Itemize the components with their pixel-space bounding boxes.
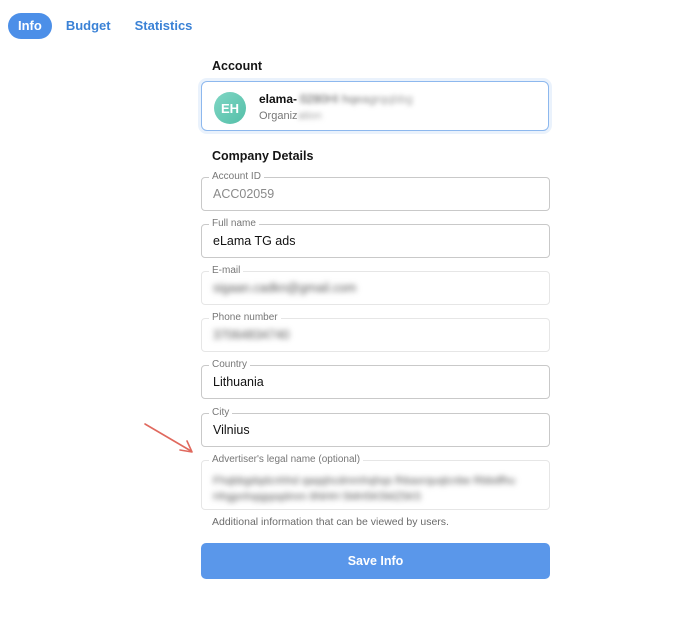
phone-label: Phone number — [209, 312, 281, 324]
city-field[interactable]: City — [201, 407, 550, 447]
country-field[interactable]: Country — [201, 359, 550, 399]
tab-bar: Info Budget Statistics — [8, 13, 202, 39]
account-type: Organiz — [259, 110, 298, 122]
legal-name-textarea[interactable]: Fhqbbgdqdcnhhd qaqqhcdmmhqhqs fhbaxrquql… — [213, 473, 538, 505]
email-field[interactable]: E-mail — [201, 265, 550, 305]
account-name: elama- — [259, 92, 298, 106]
tab-info[interactable]: Info — [8, 13, 52, 39]
legal-name-helper-text: Additional information that can be viewe… — [212, 516, 449, 528]
full-name-field[interactable]: Full name — [201, 218, 550, 258]
tab-statistics[interactable]: Statistics — [125, 13, 203, 39]
city-label: City — [209, 407, 233, 419]
account-type-redacted: ation — [298, 110, 322, 122]
country-input[interactable] — [213, 375, 533, 389]
phone-field[interactable]: Phone number — [201, 312, 550, 352]
country-label: Country — [209, 359, 251, 371]
annotation-arrow-icon — [144, 423, 193, 453]
email-label: E-mail — [209, 265, 244, 277]
account-id-input — [213, 187, 533, 201]
email-input[interactable] — [213, 281, 533, 295]
account-name-redacted: 0280HI hqeagrqqbbg — [300, 92, 413, 106]
account-id-field: Account ID — [201, 171, 550, 211]
avatar: EH — [214, 92, 246, 124]
legal-name-field[interactable]: Advertiser's legal name (optional) Fhqbb… — [201, 454, 550, 510]
legal-name-label: Advertiser's legal name (optional) — [209, 454, 364, 466]
full-name-label: Full name — [209, 218, 259, 230]
save-info-button[interactable]: Save Info — [201, 543, 550, 579]
company-details-title: Company Details — [212, 149, 314, 163]
full-name-input[interactable] — [213, 234, 533, 248]
account-section-title: Account — [212, 59, 262, 73]
tab-budget[interactable]: Budget — [56, 13, 121, 39]
phone-input[interactable] — [213, 328, 533, 342]
account-id-label: Account ID — [209, 171, 264, 183]
account-selector[interactable]: EH elama- 0280HI hqeagrqqbbg Organiz ati… — [201, 81, 549, 131]
city-input[interactable] — [213, 423, 533, 437]
